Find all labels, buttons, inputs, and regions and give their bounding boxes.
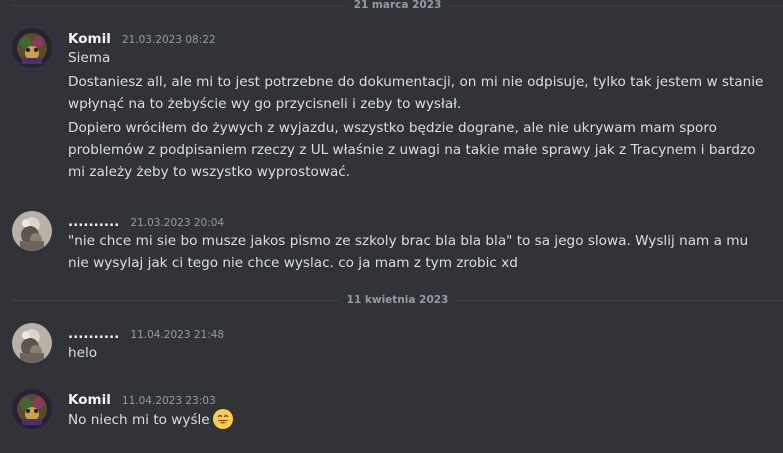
avatar-dots-image [12, 323, 52, 363]
timestamp: 21.03.2023 08:22 [121, 34, 216, 46]
message-content: "nie chce mi sie bo musze jakos pismo ze… [68, 230, 768, 274]
chat-messages: 21 marca 2023 Komil 21.03.2023 08:22 Sie… [0, 0, 783, 453]
date-divider: 21 marca 2023 [12, 0, 783, 13]
message-header: Komil 11.04.2023 23:03 [68, 389, 216, 409]
message-header: .......... 21.03.2023 20:04 [68, 211, 224, 231]
avatar[interactable] [12, 389, 52, 429]
message-text-line: No niech mi to wyśle [68, 408, 768, 431]
date-divider-label: 11 kwietnia 2023 [338, 293, 457, 308]
date-divider: 11 kwietnia 2023 [12, 293, 783, 308]
message-content: No niech mi to wyśle [68, 408, 768, 431]
message-text: Dostaniesz all, ale mi to jest potrzebne… [68, 74, 764, 112]
avatar[interactable] [12, 211, 52, 251]
message-content: helo [68, 342, 768, 364]
username[interactable]: Komil [68, 31, 111, 47]
date-divider-label: 21 marca 2023 [345, 0, 450, 13]
message-header: Komil 21.03.2023 08:22 [68, 28, 216, 48]
message-text: "nie chce mi sie bo musze jakos pismo ze… [68, 233, 749, 271]
message-text: No niech mi to wyśle [68, 412, 210, 428]
message-content: Siema Dostaniesz all, ale mi to jest pot… [68, 47, 768, 183]
timestamp: 11.04.2023 21:48 [130, 329, 225, 341]
avatar[interactable] [12, 323, 52, 363]
timestamp: 21.03.2023 20:04 [130, 217, 225, 229]
message-header: .......... 11.04.2023 21:48 [68, 323, 224, 343]
username[interactable]: Komil [68, 392, 111, 408]
grinning-face-emoji-icon[interactable] [212, 408, 234, 430]
avatar-komil-image [12, 389, 52, 429]
avatar[interactable] [12, 28, 52, 68]
username[interactable]: .......... [68, 214, 119, 230]
message-text: Dopiero wróciłem do żywych z wyjazdu, ws… [68, 120, 756, 180]
message-text: Siema [68, 50, 111, 66]
username[interactable]: .......... [68, 326, 119, 342]
timestamp: 11.04.2023 23:03 [121, 395, 216, 407]
message-text: helo [68, 345, 98, 361]
avatar-komil-image [12, 28, 52, 68]
avatar-dots-image [12, 211, 52, 251]
